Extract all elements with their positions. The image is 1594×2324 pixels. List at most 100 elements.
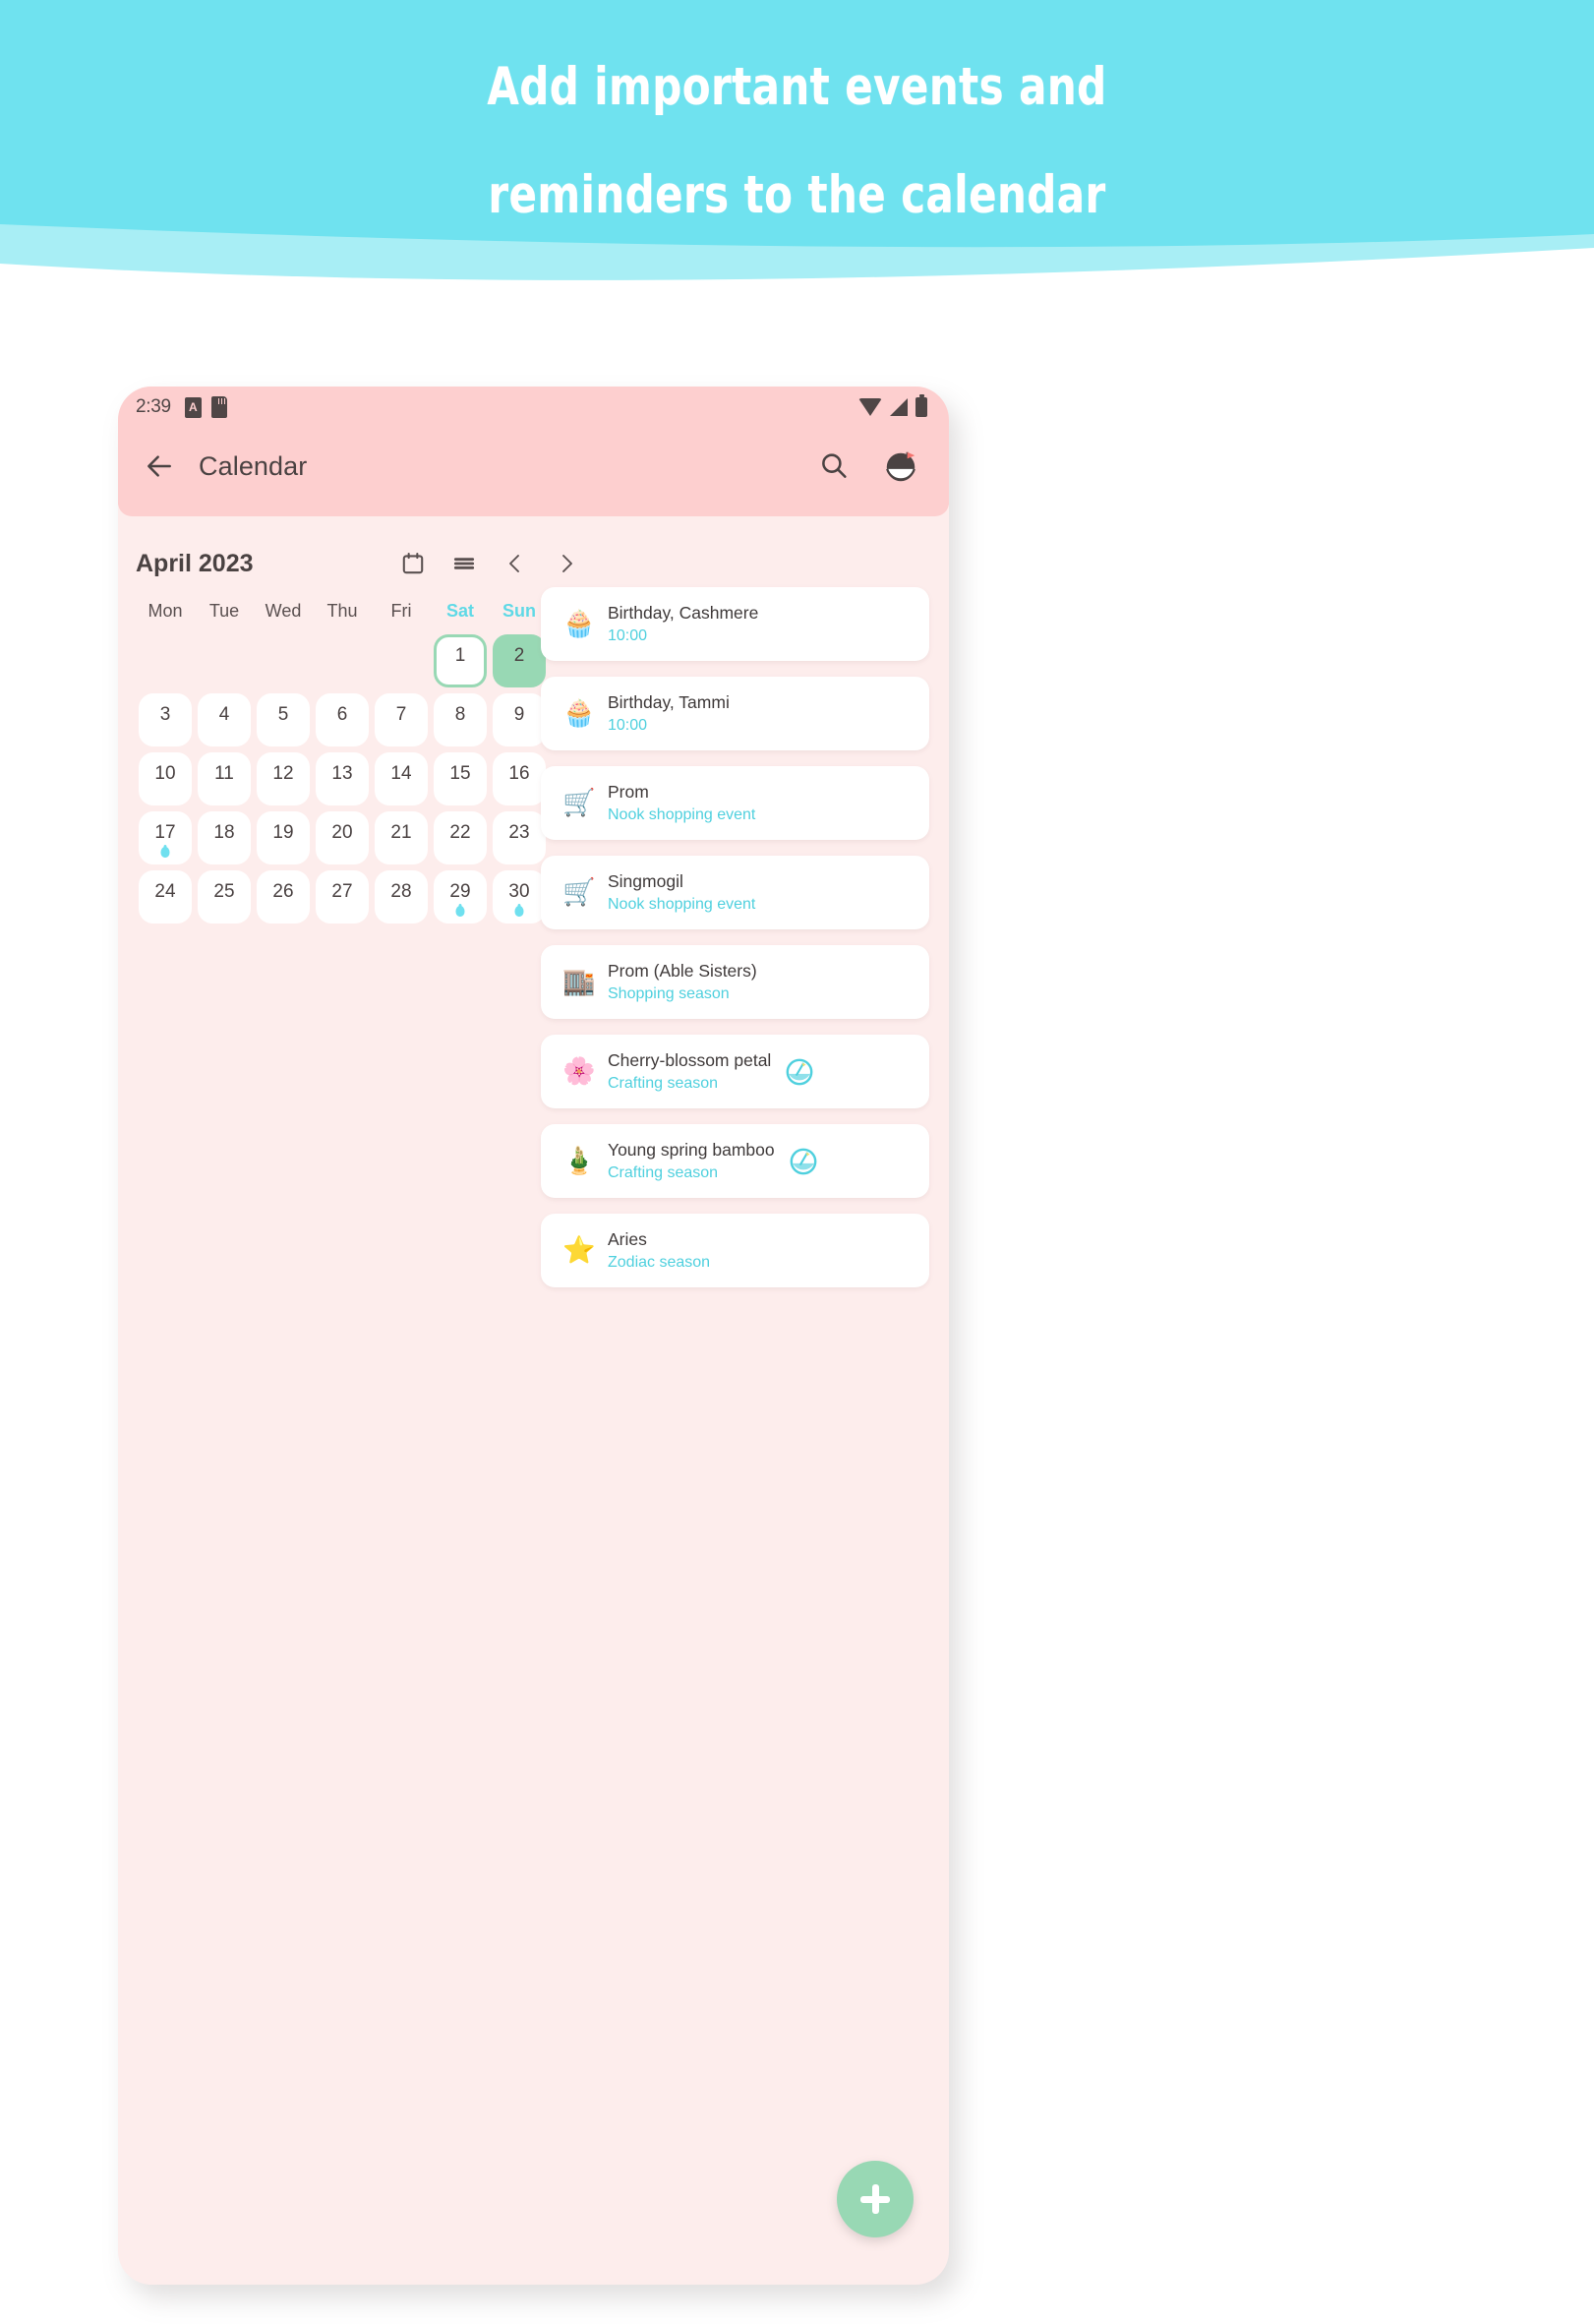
next-month-button[interactable] xyxy=(549,546,584,581)
calendar-cell: 11 xyxy=(195,752,254,805)
calendar-cell: 29 xyxy=(431,870,490,924)
weekday-label-fri: Fri xyxy=(390,601,412,621)
calendar-cell: 5 xyxy=(254,693,313,746)
calendar-day-22[interactable]: 22 xyxy=(434,811,487,864)
island-profile-button[interactable] xyxy=(878,444,923,489)
calendar-cell: 30 xyxy=(490,870,549,924)
calendar-day-2[interactable]: 2 xyxy=(493,634,546,687)
calendar-day-10[interactable]: 10 xyxy=(139,752,192,805)
calendar-day-number: 12 xyxy=(272,763,294,784)
calendar-day-17[interactable]: 17 xyxy=(139,811,192,864)
calendar-day-29[interactable]: 29 xyxy=(434,870,487,924)
event-card[interactable]: 🏬 Prom (Able Sisters) Shopping season xyxy=(541,945,929,1019)
event-text: Young spring bamboo Crafting season xyxy=(608,1140,775,1182)
calendar-day-27[interactable]: 27 xyxy=(316,870,369,924)
event-title: Birthday, Cashmere xyxy=(608,603,759,623)
calendar-date-grid[interactable]: 1 2 3 4 5 6 7 8 9 10 11 12 13 14 15 16 17 18 19 20 21 22 23 24 2… xyxy=(136,634,549,924)
calendar-day-9[interactable]: 9 xyxy=(493,693,546,746)
event-card[interactable]: 🧁 Birthday, Tammi 10:00 xyxy=(541,677,929,750)
calendar-day-number: 20 xyxy=(331,822,353,843)
status-bar-right-icons xyxy=(858,394,927,417)
calendar-day-number: 21 xyxy=(390,822,412,843)
calendar-day-30[interactable]: 30 xyxy=(493,870,546,924)
calendar-day-number: 9 xyxy=(513,704,525,725)
back-button[interactable] xyxy=(140,447,179,486)
weekday-label-mon: Mon xyxy=(148,601,183,621)
add-event-fab[interactable] xyxy=(837,2161,914,2237)
star-icon: ⭐ xyxy=(562,1235,596,1265)
calendar-day-number: 16 xyxy=(508,763,530,784)
event-text: Prom (Able Sisters) Shopping season xyxy=(608,961,757,1003)
calendar-day-1[interactable]: 1 xyxy=(434,634,487,687)
shop-building-icon: 🏬 xyxy=(562,967,596,996)
event-card[interactable]: ⭐ Aries Zodiac season xyxy=(541,1214,929,1287)
calendar-view-button[interactable] xyxy=(395,546,431,581)
event-title: Cherry-blossom petal xyxy=(608,1050,772,1070)
calendar-empty-cell xyxy=(136,634,195,687)
calendar-day-6[interactable]: 6 xyxy=(316,693,369,746)
search-icon xyxy=(822,453,847,478)
event-title: Aries xyxy=(608,1229,647,1249)
previous-month-button[interactable] xyxy=(498,546,533,581)
calendar-header: April 2023 xyxy=(118,534,590,593)
calendar-day-3[interactable]: 3 xyxy=(139,693,192,746)
list-view-button[interactable] xyxy=(446,546,482,581)
calendar-day-26[interactable]: 26 xyxy=(257,870,310,924)
app-bar-bottom-curve xyxy=(118,503,949,516)
calendar-cell: 4 xyxy=(195,693,254,746)
search-button[interactable] xyxy=(811,444,856,489)
calendar-cell: 12 xyxy=(254,752,313,805)
shopping-cart-icon: 🛒 xyxy=(562,877,596,907)
calendar-day-7[interactable]: 7 xyxy=(375,693,428,746)
app-bar: Calendar xyxy=(118,428,949,505)
calendar-day-18[interactable]: 18 xyxy=(198,811,251,864)
event-marker-dot-icon xyxy=(514,904,524,917)
calendar-day-number: 4 xyxy=(218,704,230,725)
calendar-empty-cell xyxy=(313,634,372,687)
event-card[interactable]: 🛒 Prom Nook shopping event xyxy=(541,766,929,840)
event-card[interactable]: 🌸 Cherry-blossom petal Crafting season xyxy=(541,1035,929,1108)
cast-icon xyxy=(184,396,202,418)
calendar-day-28[interactable]: 28 xyxy=(375,870,428,924)
event-card[interactable]: 🎍 Young spring bamboo Crafting season xyxy=(541,1124,929,1198)
calendar-day-number: 8 xyxy=(454,704,466,725)
event-subtitle: Nook shopping event xyxy=(608,806,756,823)
calendar-day-number: 26 xyxy=(272,881,294,902)
calendar-day-24[interactable]: 24 xyxy=(139,870,192,924)
event-title: Singmogil xyxy=(608,871,683,891)
calendar-day-20[interactable]: 20 xyxy=(316,811,369,864)
event-card[interactable]: 🧁 Birthday, Cashmere 10:00 xyxy=(541,587,929,661)
calendar-day-number: 30 xyxy=(508,881,530,902)
calendar-day-16[interactable]: 16 xyxy=(493,752,546,805)
calendar-day-4[interactable]: 4 xyxy=(198,693,251,746)
event-card[interactable]: 🛒 Singmogil Nook shopping event xyxy=(541,856,929,929)
calendar-day-14[interactable]: 14 xyxy=(375,752,428,805)
calendar-empty-cell xyxy=(372,634,431,687)
calendar-day-5[interactable]: 5 xyxy=(257,693,310,746)
weekday-label-sat: Sat xyxy=(445,601,474,621)
calendar-cell: 17 xyxy=(136,811,195,864)
calendar-day-23[interactable]: 23 xyxy=(493,811,546,864)
calendar-cell: 3 xyxy=(136,693,195,746)
calendar-day-11[interactable]: 11 xyxy=(198,752,251,805)
calendar-day-12[interactable]: 12 xyxy=(257,752,310,805)
calendar-day-19[interactable]: 19 xyxy=(257,811,310,864)
calendar-day-15[interactable]: 15 xyxy=(434,752,487,805)
calendar-day-number: 3 xyxy=(159,704,171,725)
event-title: Birthday, Tammi xyxy=(608,692,730,712)
crafting-diy-badge-icon xyxy=(789,1147,818,1176)
calendar-day-13[interactable]: 13 xyxy=(316,752,369,805)
shopping-cart-icon: 🛒 xyxy=(562,788,596,817)
calendar-day-21[interactable]: 21 xyxy=(375,811,428,864)
event-title: Prom xyxy=(608,782,649,802)
battery-icon xyxy=(915,394,927,417)
cupcake-icon: 🧁 xyxy=(562,609,596,638)
calendar-day-number: 23 xyxy=(508,822,530,843)
calendar-cell: 8 xyxy=(431,693,490,746)
calendar-cell: 19 xyxy=(254,811,313,864)
plus-icon xyxy=(858,2182,892,2216)
status-bar-clock: 2:39 xyxy=(136,396,171,417)
calendar-day-8[interactable]: 8 xyxy=(434,693,487,746)
calendar-day-25[interactable]: 25 xyxy=(198,870,251,924)
list-view-icon xyxy=(453,558,475,569)
